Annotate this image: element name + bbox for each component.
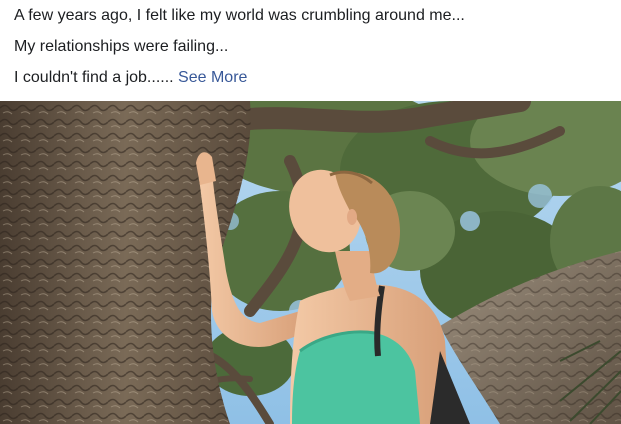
post-text-line-3-text: I couldn't find a job...... [14, 69, 174, 86]
post-text: A few years ago, I felt like my world wa… [14, 0, 614, 95]
photo-illustration [0, 101, 621, 424]
post-photo[interactable] [0, 101, 621, 424]
see-more-link[interactable]: See More [178, 69, 247, 86]
post-text-line-3: I couldn't find a job...... See More [14, 64, 614, 95]
feed-post: A few years ago, I felt like my world wa… [0, 0, 621, 424]
post-text-line-1: A few years ago, I felt like my world wa… [14, 7, 465, 24]
post-text-line-2: My relationships were failing... [14, 38, 229, 55]
